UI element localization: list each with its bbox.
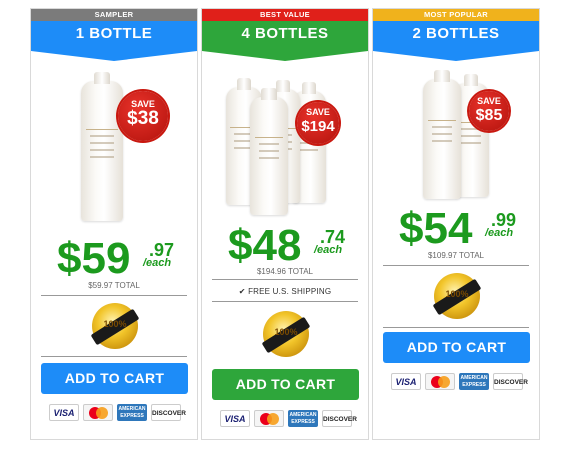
divider xyxy=(212,301,358,302)
discover-icon: DISCOVER xyxy=(151,404,186,421)
price-total: $109.97 TOTAL xyxy=(427,251,485,260)
offer-title: 1 BOTTLE xyxy=(31,21,197,51)
offer-title: 4 BOTTLES xyxy=(202,21,368,51)
offer-tag: SAMPLER xyxy=(31,9,197,21)
visa-icon: VISA xyxy=(220,410,250,427)
offer-card-1-bottle: SAMPLER 1 BOTTLE SAVE $38 $59 .97 /each … xyxy=(30,8,198,440)
amex-icon: AMERICAN EXPRESS xyxy=(117,404,147,421)
price-per-each: /each xyxy=(143,257,172,269)
save-label: SAVE xyxy=(477,96,501,106)
divider xyxy=(41,295,187,296)
price: $48 .74 /each xyxy=(228,221,345,270)
save-label: SAVE xyxy=(306,107,330,117)
free-shipping-note: ✔ FREE U.S. SHIPPING xyxy=(238,287,332,296)
money-back-guarantee-seal-icon: 100% xyxy=(261,311,311,357)
divider xyxy=(212,279,358,280)
offer-tag: BEST VALUE xyxy=(202,9,368,21)
price-per-each: /each xyxy=(485,227,514,239)
amex-icon: AMERICAN EXPRESS xyxy=(288,410,318,427)
offer-tag: MOST POPULAR xyxy=(373,9,539,21)
price-dollars: $48 xyxy=(228,221,302,270)
save-badge: SAVE $38 xyxy=(118,91,168,141)
money-back-guarantee-seal-icon: 100% xyxy=(432,273,482,319)
add-to-cart-button[interactable]: ADD TO CART xyxy=(41,363,188,394)
add-to-cart-button[interactable]: ADD TO CART xyxy=(212,369,359,400)
product-image xyxy=(222,78,342,215)
visa-icon: VISA xyxy=(391,373,421,390)
price-per-each: /each xyxy=(314,244,343,256)
mastercard-icon xyxy=(425,373,455,390)
visa-icon: VISA xyxy=(49,404,79,421)
divider xyxy=(383,327,529,328)
save-amount: $85 xyxy=(475,107,503,124)
divider xyxy=(41,356,187,357)
mastercard-icon xyxy=(254,410,284,427)
price-dollars: $59 xyxy=(57,234,131,283)
add-to-cart-button[interactable]: ADD TO CART xyxy=(383,332,530,363)
discover-icon: DISCOVER xyxy=(322,410,357,427)
discover-icon: DISCOVER xyxy=(493,373,528,390)
price-total: $194.96 TOTAL xyxy=(256,267,314,276)
payment-cards: VISA AMERICAN EXPRESS DISCOVER xyxy=(220,410,357,427)
money-back-guarantee-seal-icon: 100% xyxy=(90,303,140,349)
amex-icon: AMERICAN EXPRESS xyxy=(459,373,489,390)
price-total: $59.97 TOTAL xyxy=(88,281,140,290)
mastercard-icon xyxy=(83,404,113,421)
payment-cards: VISA AMERICAN EXPRESS DISCOVER xyxy=(49,404,186,421)
price: $59 .97 /each xyxy=(57,234,174,283)
divider xyxy=(383,265,529,266)
price-dollars: $54 xyxy=(399,204,473,253)
offer-card-4-bottles: BEST VALUE 4 BOTTLES SAVE $194 $48 .74 /… xyxy=(201,8,369,440)
price: $54 .99 /each xyxy=(399,204,516,253)
save-amount: $38 xyxy=(127,108,159,129)
payment-cards: VISA AMERICAN EXPRESS DISCOVER xyxy=(391,373,528,390)
save-amount: $194 xyxy=(301,118,335,135)
save-badge: SAVE $85 xyxy=(469,91,509,131)
offer-card-2-bottles: MOST POPULAR 2 BOTTLES SAVE $85 $54 .99 … xyxy=(372,8,540,440)
save-badge: SAVE $194 xyxy=(297,102,339,144)
offer-title: 2 BOTTLES xyxy=(373,21,539,51)
